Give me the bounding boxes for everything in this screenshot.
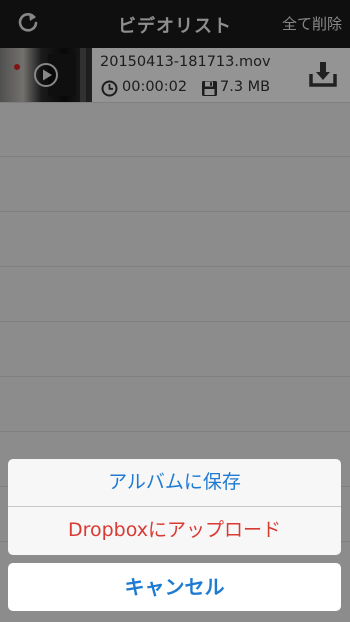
upload-dropbox-button[interactable]: Dropboxにアップロード xyxy=(8,507,341,554)
action-sheet: アルバムに保存 Dropboxにアップロード xyxy=(8,459,341,555)
cancel-button[interactable]: キャンセル xyxy=(8,563,341,611)
save-to-album-button[interactable]: アルバムに保存 xyxy=(8,459,341,506)
